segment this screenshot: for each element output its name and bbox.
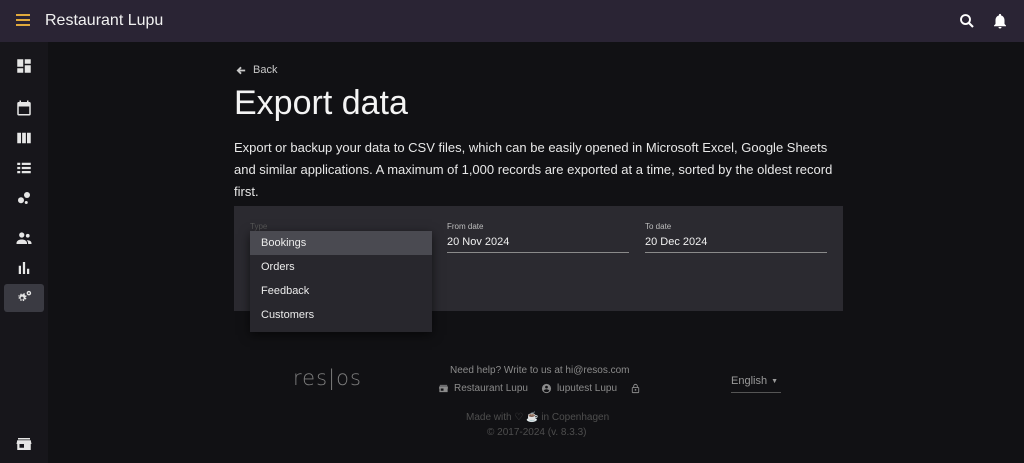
footer-account-row: Restaurant Lupu luputest Lupu (438, 383, 641, 394)
app-title: Restaurant Lupu (45, 12, 164, 29)
sidebar-item-settings[interactable] (4, 284, 44, 312)
language-select[interactable]: English ▼ (731, 375, 781, 393)
back-link[interactable]: Back (236, 64, 277, 76)
type-label: Type (250, 222, 268, 231)
view-columns-icon (17, 132, 31, 144)
sidebar-item-dashboard[interactable] (4, 52, 44, 80)
settings-gears-icon (18, 290, 32, 302)
sidebar-item-bubbles[interactable] (4, 184, 44, 212)
made-with-text: Made with ♡ ☕ in Copenhagen (466, 412, 610, 423)
sidebar-nav (0, 42, 48, 463)
back-label: Back (253, 64, 278, 76)
to-date-label: To date (645, 222, 672, 231)
language-value: English (731, 375, 768, 387)
lock-icon[interactable] (630, 383, 641, 394)
footer-restaurant-name: Restaurant Lupu (454, 383, 528, 394)
dropdown-option-bookings[interactable]: Bookings (250, 231, 432, 255)
calendar-icon (17, 100, 31, 116)
sidebar-item-calendar[interactable] (4, 94, 44, 122)
caret-down-icon: ▼ (771, 377, 779, 385)
sidebar-item-columns[interactable] (4, 124, 44, 152)
page-description: Export or backup your data to CSV files,… (234, 140, 833, 199)
search-icon[interactable] (958, 12, 976, 30)
type-dropdown-menu: Bookings Orders Feedback Customers (250, 231, 432, 332)
from-date-input[interactable]: 20 Nov 2024 (447, 236, 509, 248)
to-date-input[interactable]: 20 Dec 2024 (645, 236, 707, 248)
top-app-bar: Restaurant Lupu (0, 0, 1024, 42)
bubble-chart-icon (18, 192, 30, 204)
copyright-text: © 2017-2024 (v. 8.3.3) (487, 427, 587, 438)
bar-chart-icon (18, 262, 30, 274)
resos-logo: res|os (293, 366, 362, 390)
arrow-left-icon (236, 66, 246, 74)
dropdown-option-orders[interactable]: Orders (250, 255, 432, 279)
store-icon (438, 384, 449, 393)
help-text[interactable]: Need help? Write to us at hi@resos.com (450, 365, 630, 376)
dropdown-option-feedback[interactable]: Feedback (250, 279, 432, 303)
notifications-bell-icon[interactable] (991, 12, 1009, 30)
dropdown-option-customers[interactable]: Customers (250, 303, 432, 327)
sidebar-item-list[interactable] (4, 154, 44, 182)
sidebar-item-store[interactable] (4, 430, 44, 458)
to-date-underline (645, 252, 827, 253)
menu-icon[interactable] (16, 14, 30, 26)
store-icon (16, 438, 32, 450)
page-title: Export data (234, 84, 408, 122)
sidebar-item-people[interactable] (4, 224, 44, 252)
account-circle-icon (541, 383, 552, 394)
people-icon (16, 232, 32, 244)
list-icon (17, 162, 31, 174)
from-date-underline (447, 252, 629, 253)
from-date-label: From date (447, 222, 484, 231)
dashboard-icon (17, 59, 31, 73)
sidebar-item-stats[interactable] (4, 254, 44, 282)
footer-user-name: luputest Lupu (556, 383, 618, 394)
